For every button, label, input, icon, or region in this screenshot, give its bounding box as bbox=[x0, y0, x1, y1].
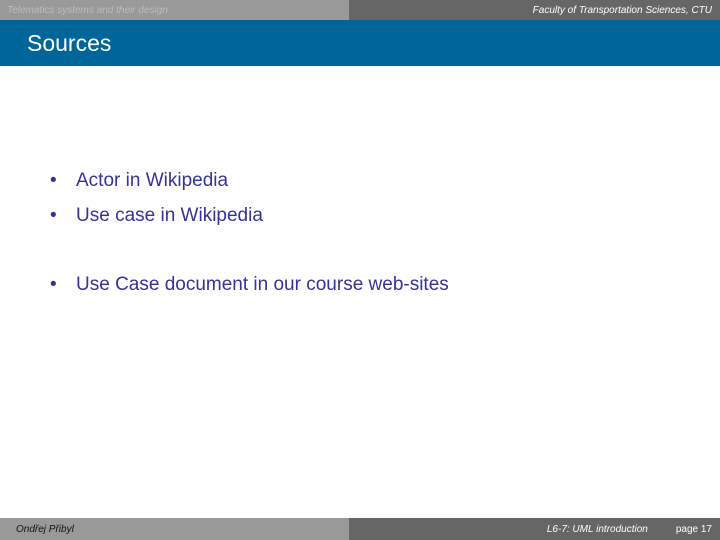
slide-title: Sources bbox=[0, 20, 720, 66]
list-item[interactable]: • Use Case document in our course web-sit… bbox=[50, 267, 449, 302]
footer-bar: Ondřej Přibyl L6-7: UML introduction page… bbox=[0, 518, 720, 540]
bullet-text: Actor in Wikipedia bbox=[76, 169, 229, 191]
lecture-name: L6-7: UML introduction bbox=[546, 523, 648, 535]
bullet-icon: • bbox=[50, 204, 57, 226]
bullet-text: Use case in Wikipedia bbox=[76, 204, 263, 226]
bullet-icon: • bbox=[50, 273, 57, 295]
course-name: Telematics systems and their design bbox=[0, 0, 349, 20]
page-number: page 17 bbox=[675, 523, 712, 535]
bullet-list-2: • Use Case document in our course web-sit… bbox=[50, 267, 449, 302]
list-item[interactable]: • Actor in Wikipedia bbox=[50, 163, 263, 198]
header-bar: Telematics systems and their design Facu… bbox=[0, 0, 720, 20]
list-item[interactable]: • Use case in Wikipedia bbox=[50, 198, 263, 233]
author: Ondřej Přibyl bbox=[0, 518, 349, 540]
bullet-text: Use Case document in our course web-site… bbox=[76, 273, 449, 295]
bullet-icon: • bbox=[50, 169, 57, 191]
faculty-name: Faculty of Transportation Sciences, CTU bbox=[349, 0, 720, 20]
bullet-list: • Actor in Wikipedia • Use case in Wikiped… bbox=[50, 163, 263, 233]
